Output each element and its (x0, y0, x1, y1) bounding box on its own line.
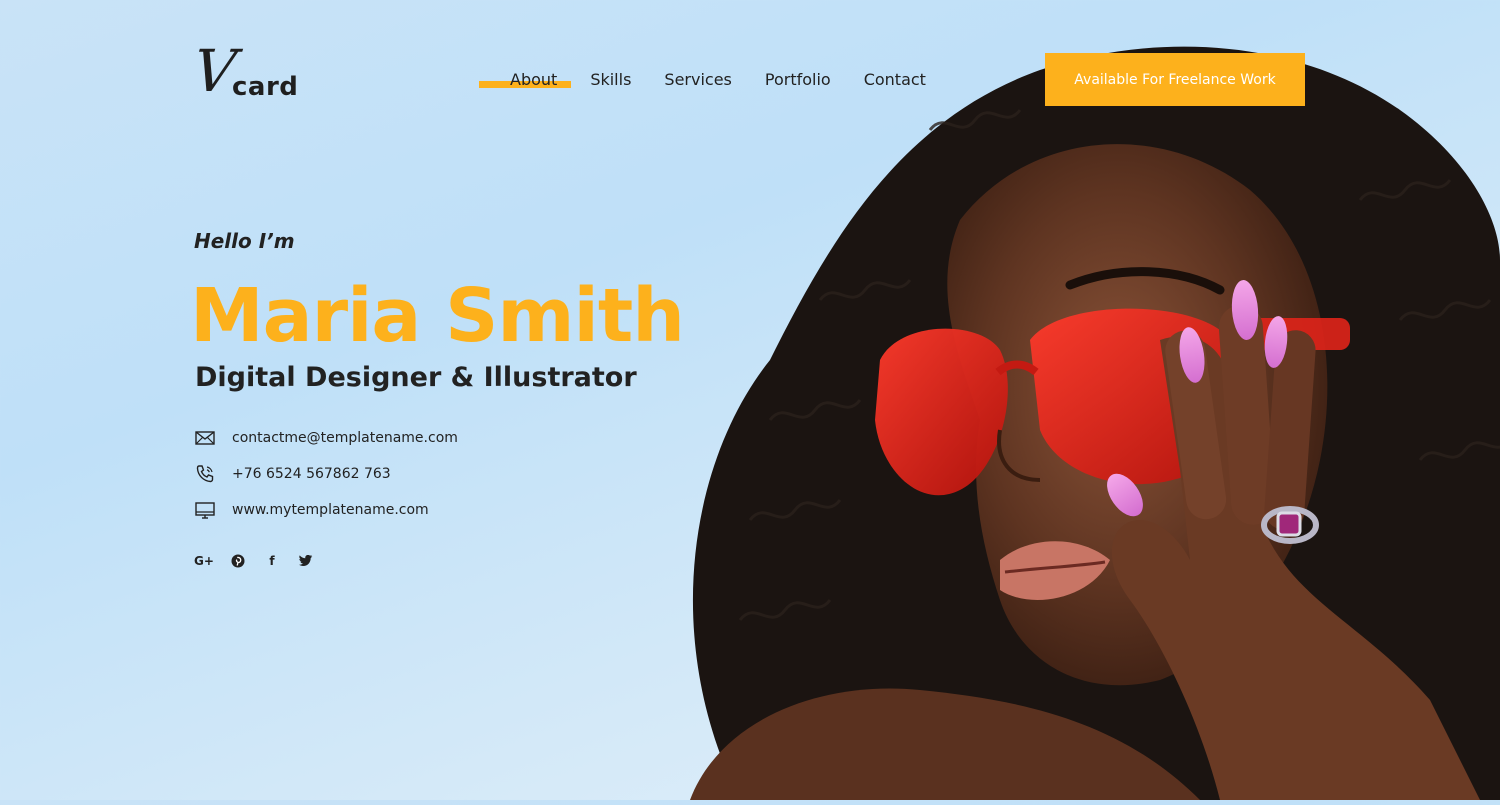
portrait-image (690, 46, 1500, 800)
nav-item-contact[interactable]: Contact (864, 70, 926, 94)
nav-item-portfolio[interactable]: Portfolio (765, 70, 831, 94)
nav-label: Skills (590, 70, 632, 89)
contact-list: contactme@templatename.com +76 6524 5678… (194, 426, 574, 534)
twitter-icon[interactable] (296, 551, 316, 571)
hero-photo (600, 0, 1500, 800)
vcard-logo[interactable]: V card (190, 37, 314, 112)
hero-role: Digital Designer & Illustrator (195, 362, 637, 393)
hero-greeting: Hello I’m (194, 229, 295, 253)
nav-item-about[interactable]: About (479, 70, 572, 94)
nav-label: Contact (863, 70, 926, 89)
phone-icon (194, 463, 216, 485)
main-nav: About Skills Services Portfolio Contact (479, 70, 959, 94)
freelance-cta-button[interactable]: Available For Freelance Work (1045, 53, 1305, 106)
nav-label: About (510, 70, 558, 89)
monitor-icon (194, 499, 216, 521)
nav-label: Portfolio (764, 70, 831, 89)
contact-phone[interactable]: +76 6524 567862 763 (194, 462, 574, 486)
contact-website[interactable]: www.mytemplatename.com (194, 498, 574, 522)
hero-name: Maria Smith (190, 273, 685, 359)
nav-item-services[interactable]: Services (664, 70, 731, 94)
social-links: G+ f (194, 551, 330, 571)
envelope-icon (194, 427, 216, 449)
facebook-icon[interactable]: f (262, 551, 282, 571)
contact-website-text: www.mytemplatename.com (232, 502, 429, 518)
logo-word: card (232, 72, 299, 102)
nav-item-skills[interactable]: Skills (590, 70, 631, 94)
pinterest-icon[interactable] (228, 551, 248, 571)
contact-email-text: contactme@templatename.com (232, 430, 458, 446)
contact-phone-text: +76 6524 567862 763 (232, 466, 391, 482)
google-plus-icon[interactable]: G+ (194, 551, 214, 571)
contact-email[interactable]: contactme@templatename.com (194, 426, 574, 450)
nav-label: Services (664, 70, 732, 89)
